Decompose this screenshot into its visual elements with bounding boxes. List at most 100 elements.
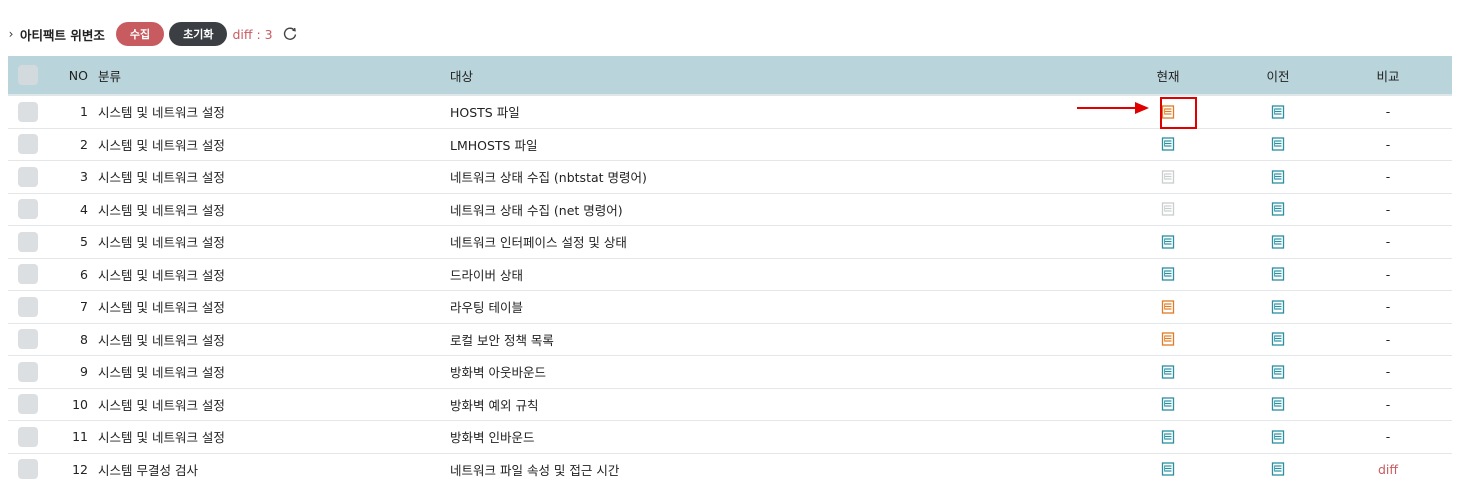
section-title: 아티팩트 위변조 xyxy=(20,27,105,43)
previous-document-icon[interactable] xyxy=(1271,462,1285,476)
compare-value: - xyxy=(1385,104,1391,120)
table-row[interactable]: 6 시스템 및 네트워크 설정 드라이버 상태 - xyxy=(8,259,1452,291)
compare-value: - xyxy=(1385,396,1391,412)
current-document-icon[interactable] xyxy=(1161,267,1175,281)
col-compare: 비교 xyxy=(1376,68,1400,84)
row-no: 6 xyxy=(80,266,88,282)
previous-document-icon[interactable] xyxy=(1271,137,1285,151)
row-checkbox[interactable] xyxy=(18,361,38,382)
row-category: 시스템 및 네트워크 설정 xyxy=(98,397,225,413)
row-checkbox[interactable] xyxy=(18,231,38,252)
select-all-checkbox[interactable] xyxy=(18,65,38,85)
row-no: 8 xyxy=(80,331,88,347)
previous-document-icon[interactable] xyxy=(1271,235,1285,249)
row-target: 방화벽 예외 규칙 xyxy=(450,397,539,413)
table-row[interactable]: 12 시스템 무결성 검사 네트워크 파일 속성 및 접근 시간 diff xyxy=(8,454,1452,485)
current-document-icon[interactable] xyxy=(1161,332,1175,346)
artifact-header: › 아티팩트 위변조 수집 초기화 diff : 3 xyxy=(0,22,298,46)
refresh-icon[interactable] xyxy=(282,26,298,42)
diff-count: diff : 3 xyxy=(232,26,273,42)
table-row[interactable]: 3 시스템 및 네트워크 설정 네트워크 상태 수집 (nbtstat 명령어) - xyxy=(8,161,1452,194)
table-row[interactable]: 8 시스템 및 네트워크 설정 로컬 보안 정책 목록 - xyxy=(8,324,1452,356)
current-document-icon[interactable] xyxy=(1161,397,1175,411)
diff-link[interactable]: diff xyxy=(1378,462,1398,477)
current-document-icon[interactable] xyxy=(1161,365,1175,379)
row-checkbox[interactable] xyxy=(18,394,38,415)
row-checkbox[interactable] xyxy=(18,199,38,220)
previous-document-icon[interactable] xyxy=(1271,430,1285,444)
compare-value: - xyxy=(1385,136,1391,152)
row-checkbox[interactable] xyxy=(18,296,38,317)
row-category: 시스템 및 네트워크 설정 xyxy=(98,137,225,153)
row-target: LMHOSTS 파일 xyxy=(450,137,538,153)
table-row[interactable]: 9 시스템 및 네트워크 설정 방화벽 아웃바운드 - xyxy=(8,356,1452,389)
row-category: 시스템 및 네트워크 설정 xyxy=(98,267,225,283)
col-category: 분류 xyxy=(98,68,122,84)
previous-document-icon[interactable] xyxy=(1271,267,1285,281)
row-target: 방화벽 아웃바운드 xyxy=(450,365,546,381)
col-current: 현재 xyxy=(1156,68,1180,84)
row-target: 방화벽 인바운드 xyxy=(450,430,535,446)
row-target: 드라이버 상태 xyxy=(450,267,523,283)
previous-document-icon[interactable] xyxy=(1271,170,1285,184)
row-no: 11 xyxy=(72,429,88,445)
row-target: 라우팅 테이블 xyxy=(450,300,523,316)
row-category: 시스템 및 네트워크 설정 xyxy=(98,430,225,446)
reset-button[interactable]: 초기화 xyxy=(169,22,228,46)
row-checkbox[interactable] xyxy=(18,264,38,285)
compare-value: - xyxy=(1385,364,1391,380)
row-category: 시스템 및 네트워크 설정 xyxy=(98,365,225,381)
table-row[interactable]: 10 시스템 및 네트워크 설정 방화벽 예외 규칙 - xyxy=(8,389,1452,421)
row-checkbox[interactable] xyxy=(18,101,38,122)
col-previous: 이전 xyxy=(1266,68,1290,84)
table-row[interactable]: 11 시스템 및 네트워크 설정 방화벽 인바운드 - xyxy=(8,421,1452,454)
row-category: 시스템 무결성 검사 xyxy=(98,462,198,478)
row-target: 네트워크 파일 속성 및 접근 시간 xyxy=(450,462,620,478)
previous-document-icon[interactable] xyxy=(1271,105,1285,119)
row-category: 시스템 및 네트워크 설정 xyxy=(98,332,225,348)
previous-document-icon[interactable] xyxy=(1271,332,1285,346)
row-checkbox[interactable] xyxy=(18,426,38,447)
current-document-icon xyxy=(1161,202,1175,216)
compare-value: - xyxy=(1385,429,1391,445)
previous-document-icon[interactable] xyxy=(1271,202,1285,216)
row-category: 시스템 및 네트워크 설정 xyxy=(98,235,225,251)
table-row[interactable]: 1 시스템 및 네트워크 설정 HOSTS 파일 - xyxy=(8,96,1452,129)
table-body: 1 시스템 및 네트워크 설정 HOSTS 파일 - 2 시스템 및 네트워크 설정 LMH… xyxy=(8,96,1452,485)
current-document-icon[interactable] xyxy=(1161,137,1175,151)
compare-value: - xyxy=(1385,234,1391,250)
row-no: 1 xyxy=(80,104,88,120)
row-no: 2 xyxy=(80,136,88,152)
current-document-icon[interactable] xyxy=(1161,235,1175,249)
row-no: 4 xyxy=(80,201,88,217)
artifact-table: NO 분류 대상 현재 이전 비교 1 시스템 및 네트워크 설정 HOSTS 파일… xyxy=(8,56,1452,485)
row-no: 10 xyxy=(72,396,88,412)
previous-document-icon[interactable] xyxy=(1271,365,1285,379)
row-target: 네트워크 상태 수집 (nbtstat 명령어) xyxy=(450,170,647,186)
collect-button[interactable]: 수집 xyxy=(115,22,165,46)
row-checkbox[interactable] xyxy=(18,459,38,480)
highlight-box xyxy=(1160,97,1197,129)
row-checkbox[interactable] xyxy=(18,166,38,187)
row-category: 시스템 및 네트워크 설정 xyxy=(98,105,225,121)
previous-document-icon[interactable] xyxy=(1271,397,1285,411)
arrow-annotation-icon xyxy=(1077,102,1149,114)
row-category: 시스템 및 네트워크 설정 xyxy=(98,170,225,186)
row-no: 3 xyxy=(80,169,88,185)
table-row[interactable]: 7 시스템 및 네트워크 설정 라우팅 테이블 - xyxy=(8,291,1452,324)
chevron-right-icon[interactable]: › xyxy=(5,27,17,41)
table-header: NO 분류 대상 현재 이전 비교 xyxy=(8,56,1452,96)
table-row[interactable]: 2 시스템 및 네트워크 설정 LMHOSTS 파일 - xyxy=(8,129,1452,161)
current-document-icon[interactable] xyxy=(1161,462,1175,476)
compare-value: - xyxy=(1385,266,1391,282)
table-row[interactable]: 5 시스템 및 네트워크 설정 네트워크 인터페이스 설정 및 상태 - xyxy=(8,226,1452,259)
row-no: 7 xyxy=(80,299,88,315)
previous-document-icon[interactable] xyxy=(1271,300,1285,314)
row-checkbox[interactable] xyxy=(18,329,38,350)
row-target: 네트워크 상태 수집 (net 명령어) xyxy=(450,202,623,218)
current-document-icon xyxy=(1161,170,1175,184)
current-document-icon[interactable] xyxy=(1161,300,1175,314)
row-checkbox[interactable] xyxy=(18,134,38,155)
current-document-icon[interactable] xyxy=(1161,430,1175,444)
table-row[interactable]: 4 시스템 및 네트워크 설정 네트워크 상태 수집 (net 명령어) - xyxy=(8,194,1452,226)
